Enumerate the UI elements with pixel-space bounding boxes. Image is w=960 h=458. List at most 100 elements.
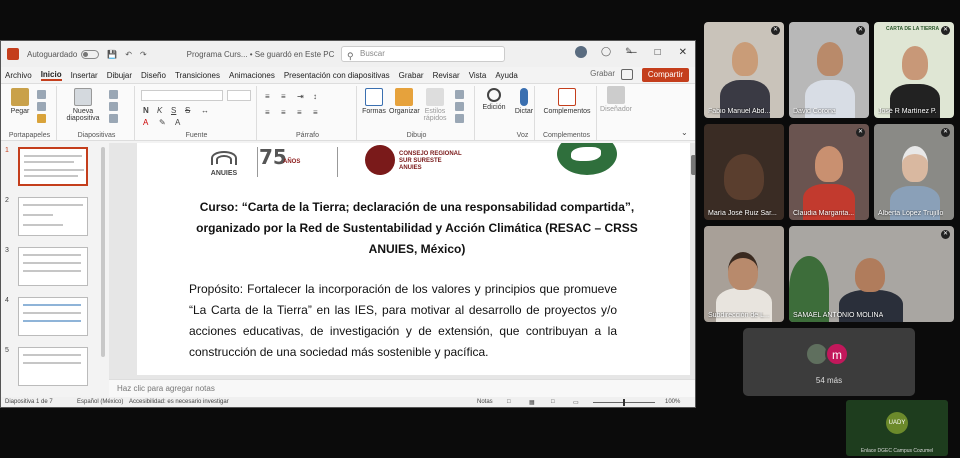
italic-icon[interactable]: K <box>157 106 162 115</box>
tab-insertar[interactable]: Insertar <box>71 71 98 80</box>
crss-emblem-icon <box>365 145 395 175</box>
new-slide-icon <box>74 88 92 106</box>
group-label-paragraph: Párrafo <box>296 132 319 139</box>
tab-diseno[interactable]: Diseño <box>141 71 166 80</box>
slide-thumbnail-5[interactable] <box>18 347 88 386</box>
lightbulb-icon[interactable]: ◯ <box>601 46 611 58</box>
dictate-button[interactable]: Dictar <box>513 88 535 115</box>
participant-tile-8[interactable]: ✕ SAMAEL ANTONIO MOLINA <box>789 226 954 322</box>
normal-view-icon[interactable]: □ <box>507 399 511 405</box>
paste-button[interactable]: Pegar <box>7 88 33 115</box>
undo-icon[interactable]: ↶ <box>125 50 132 59</box>
notes-toggle[interactable]: Notas <box>477 399 493 405</box>
slide-thumbnail-3[interactable] <box>18 247 88 286</box>
slide-thumbnail-1[interactable] <box>18 147 88 186</box>
tab-archivo[interactable]: Archivo <box>5 71 32 80</box>
indent-icon[interactable]: ⇥ <box>297 92 304 101</box>
record-button[interactable]: Grabar <box>590 69 615 78</box>
autosave-toggle[interactable] <box>81 49 100 59</box>
tab-animaciones[interactable]: Animaciones <box>229 71 275 80</box>
shapes-button[interactable]: Formas <box>361 88 387 115</box>
section-icon[interactable] <box>109 114 118 123</box>
new-slide-button[interactable]: Nueva diapositiva <box>65 88 101 122</box>
collapse-ribbon-icon[interactable]: ⌄ <box>681 128 688 137</box>
shape-fill-icon[interactable] <box>455 90 464 99</box>
reading-view-icon[interactable]: □ <box>551 399 555 405</box>
arrange-button[interactable]: Organizar <box>389 88 420 115</box>
thumbnail-scrollbar[interactable] <box>101 147 105 357</box>
cut-icon[interactable] <box>37 90 46 99</box>
self-view-tile[interactable]: UADY Enlace DGEC Campus Cozumel <box>846 400 948 456</box>
tab-grabar[interactable]: Grabar <box>399 71 424 80</box>
sorter-view-icon[interactable]: ▦ <box>529 399 535 406</box>
participant-tile-2[interactable]: ✕ David Corona <box>789 22 869 118</box>
comment-icon[interactable] <box>621 69 633 80</box>
tab-inicio[interactable]: Inicio <box>40 70 62 81</box>
participant-tile-3[interactable]: CARTA DE LA TIERRA ✕ José R Martínez P. <box>874 22 954 118</box>
maximize-icon[interactable]: □ <box>655 47 661 58</box>
tab-ayuda[interactable]: Ayuda <box>495 71 518 80</box>
accessibility-indicator[interactable]: Accesibilidad: es necesario investigar <box>129 399 229 405</box>
underline-icon[interactable]: S <box>171 106 176 115</box>
numbering-icon[interactable]: ≡ <box>281 92 286 101</box>
tab-transiciones[interactable]: Transiciones <box>175 71 220 80</box>
copy-icon[interactable] <box>37 102 46 111</box>
save-icon[interactable]: 💾 <box>107 50 117 59</box>
minimize-icon[interactable]: — <box>627 47 637 58</box>
slide-scrollbar-thumb[interactable] <box>691 155 695 175</box>
slide-logos: ANUIES 75 AÑOS CONSEJO REGIONAL SUR SURE… <box>137 143 690 183</box>
zoom-slider-knob[interactable] <box>623 399 625 406</box>
tab-presentacion[interactable]: Presentación con diapositivas <box>284 71 390 80</box>
arrange-label: Organizar <box>389 108 420 115</box>
edit-button[interactable]: Edición <box>479 88 509 111</box>
font-size-select[interactable] <box>227 90 251 101</box>
notes-pane[interactable]: Haz clic para agregar notas <box>109 379 695 397</box>
format-painter-icon[interactable] <box>37 114 46 123</box>
microphone-icon <box>520 88 528 106</box>
participant-tile-6[interactable]: ✕ Alberta López Trujillo <box>874 124 954 220</box>
user-avatar[interactable] <box>575 46 587 58</box>
participant-tile-7[interactable]: Subdirección de L... <box>704 226 784 322</box>
tab-revisar[interactable]: Revisar <box>433 71 460 80</box>
tab-dibujar[interactable]: Dibujar <box>107 71 132 80</box>
close-icon[interactable]: ✕ <box>679 47 687 58</box>
layout-icon[interactable] <box>109 90 118 99</box>
slide-thumbnail-2[interactable] <box>18 197 88 236</box>
search-input[interactable]: ⚲ Buscar <box>341 46 505 62</box>
shape-outline-icon[interactable] <box>455 102 464 111</box>
addins-button[interactable]: Complementos <box>543 88 591 115</box>
search-icon: ⚲ <box>347 51 354 61</box>
share-button[interactable]: Compartir <box>641 68 689 82</box>
participant-name: Fabio Manuel Abd... <box>708 108 771 115</box>
align-center-icon[interactable]: ≡ <box>281 108 286 117</box>
font-family-select[interactable] <box>141 90 223 101</box>
align-left-icon[interactable]: ≡ <box>265 108 270 117</box>
participant-tile-1[interactable]: ✕ Fabio Manuel Abd... <box>704 22 784 118</box>
highlight-icon[interactable]: ✎ <box>159 118 166 127</box>
designer-button[interactable]: Diseñador <box>599 86 633 113</box>
slide-scrollbar[interactable] <box>691 147 695 375</box>
justify-icon[interactable]: ≡ <box>313 108 318 117</box>
line-spacing-icon[interactable]: ↕ <box>313 92 317 101</box>
bullets-icon[interactable]: ≡ <box>265 92 270 101</box>
reset-icon[interactable] <box>109 102 118 111</box>
strike-icon[interactable]: S <box>185 106 190 115</box>
tab-vista[interactable]: Vista <box>469 71 487 80</box>
text-effects-icon[interactable]: A <box>175 118 180 127</box>
align-right-icon[interactable]: ≡ <box>297 108 302 117</box>
paste-label: Pegar <box>10 108 30 115</box>
zoom-level[interactable]: 100% <box>665 399 680 405</box>
language-indicator[interactable]: Español (México) <box>77 399 123 405</box>
more-participants-tile[interactable]: m 54 más <box>743 328 915 396</box>
slide-canvas[interactable]: ANUIES 75 AÑOS CONSEJO REGIONAL SUR SURE… <box>137 143 690 375</box>
participant-tile-4[interactable]: María José Ruiz Sar... <box>704 124 784 220</box>
quick-styles-button[interactable]: Estilos rápidos <box>421 88 449 122</box>
bold-icon[interactable]: N <box>143 106 149 115</box>
participant-tile-5[interactable]: ✕ Claudia Margarita... <box>789 124 869 220</box>
spacing-icon[interactable]: ↔ <box>201 106 209 115</box>
redo-icon[interactable]: ↷ <box>140 50 147 59</box>
font-color-icon[interactable]: A <box>143 118 148 127</box>
shape-effects-icon[interactable] <box>455 114 464 123</box>
slideshow-icon[interactable]: ▭ <box>573 399 579 406</box>
slide-thumbnail-4[interactable] <box>18 297 88 336</box>
